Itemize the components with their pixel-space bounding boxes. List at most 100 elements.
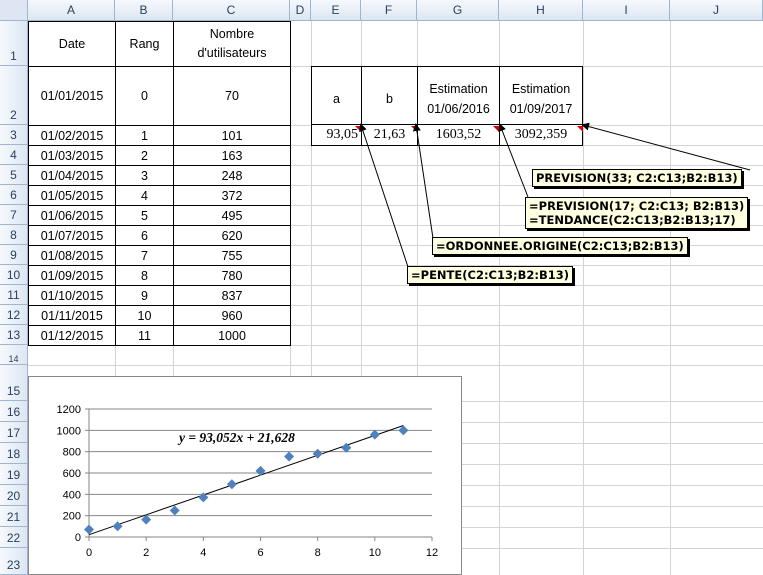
- row-header-17[interactable]: 17: [0, 422, 28, 443]
- column-header-j[interactable]: J: [670, 0, 763, 21]
- row-header-10[interactable]: 10: [0, 265, 28, 285]
- header-rang[interactable]: Rang: [116, 22, 174, 66]
- comment-pente[interactable]: =PENTE(C2:C13;B2:B13): [407, 266, 573, 284]
- header-estimation-2016[interactable]: Estimation 01/06/2016: [418, 67, 500, 125]
- comment-indicator[interactable]: [577, 126, 583, 132]
- cell-rang[interactable]: 4: [116, 185, 174, 205]
- column-header-i[interactable]: I: [583, 0, 670, 21]
- row-header-18[interactable]: 18: [0, 443, 28, 464]
- comment-prevision17-line: =PREVISION(17; C2:C13; B2:B13): [529, 199, 745, 213]
- comment-prevision[interactable]: PREVISION(33; C2:C13;B2:B13): [532, 169, 742, 187]
- cell-date[interactable]: 01/10/2015: [29, 285, 116, 305]
- cell-date[interactable]: 01/07/2015: [29, 225, 116, 245]
- x-tick-label: 12: [426, 547, 438, 559]
- cell-rang[interactable]: 8: [116, 265, 174, 285]
- data-point: [369, 429, 380, 440]
- cell-utilisateurs[interactable]: 101: [174, 125, 290, 145]
- cell-utilisateurs[interactable]: 495: [174, 205, 290, 225]
- cell-utilisateurs[interactable]: 780: [174, 265, 290, 285]
- cell-rang[interactable]: 10: [116, 305, 174, 325]
- row-header-5[interactable]: 5: [0, 165, 28, 185]
- y-tick-label: 200: [63, 511, 81, 523]
- cell-utilisateurs[interactable]: 372: [174, 185, 290, 205]
- x-tick-label: 4: [200, 547, 206, 559]
- row-header-6[interactable]: 6: [0, 185, 28, 205]
- column-header-b[interactable]: B: [115, 0, 173, 21]
- cell-date[interactable]: 01/11/2015: [29, 305, 116, 325]
- cell-date[interactable]: 01/09/2015: [29, 265, 116, 285]
- cell-utilisateurs[interactable]: 755: [174, 245, 290, 265]
- comment-prevision17-tendance[interactable]: =PREVISION(17; C2:C13; B2:B13) =TENDANCE…: [525, 197, 749, 229]
- cell-rang[interactable]: 11: [116, 325, 174, 345]
- cell-utilisateurs[interactable]: 1000: [174, 325, 290, 345]
- column-header-d[interactable]: D: [290, 0, 311, 21]
- value-b[interactable]: 21,63: [362, 125, 418, 145]
- cell-rang[interactable]: 5: [116, 205, 174, 225]
- row-header-22[interactable]: 22: [0, 527, 28, 548]
- cell-date[interactable]: 01/03/2015: [29, 145, 116, 165]
- row-header-4[interactable]: 4: [0, 145, 28, 165]
- cell-utilisateurs[interactable]: 70: [174, 66, 290, 125]
- row-header-20[interactable]: 20: [0, 485, 28, 506]
- cell-rang[interactable]: 2: [116, 145, 174, 165]
- row-header-23[interactable]: 23: [0, 548, 28, 575]
- header-estimation-2017[interactable]: Estimation 01/09/2017: [500, 67, 582, 125]
- gridline: [670, 21, 671, 575]
- row-header-3[interactable]: 3: [0, 125, 28, 145]
- cell-rang[interactable]: 6: [116, 225, 174, 245]
- cell-rang[interactable]: 3: [116, 165, 174, 185]
- x-tick-label: 0: [86, 547, 92, 559]
- cell-date[interactable]: 01/08/2015: [29, 245, 116, 265]
- cell-date[interactable]: 01/05/2015: [29, 185, 116, 205]
- comment-indicator[interactable]: [355, 126, 361, 132]
- column-header-e[interactable]: E: [311, 0, 361, 21]
- value-estimation-2016[interactable]: 1603,52: [418, 125, 500, 145]
- row-header-12[interactable]: 12: [0, 305, 28, 325]
- cell-date[interactable]: 01/06/2015: [29, 205, 116, 225]
- row-header-19[interactable]: 19: [0, 464, 28, 485]
- cell-utilisateurs[interactable]: 163: [174, 145, 290, 165]
- row-header-14[interactable]: 14: [0, 345, 28, 365]
- row-header-16[interactable]: 16: [0, 401, 28, 422]
- select-all-corner[interactable]: [0, 0, 28, 21]
- cell-utilisateurs[interactable]: 620: [174, 225, 290, 245]
- header-nombre-utilisateurs[interactable]: Nombre d'utilisateurs: [174, 22, 290, 66]
- row-header-7[interactable]: 7: [0, 205, 28, 225]
- cell-date[interactable]: 01/12/2015: [29, 325, 116, 345]
- cell-date[interactable]: 01/04/2015: [29, 165, 116, 185]
- cell-rang[interactable]: 1: [116, 125, 174, 145]
- y-tick-label: 0: [75, 532, 81, 544]
- cell-utilisateurs[interactable]: 960: [174, 305, 290, 325]
- cell-utilisateurs[interactable]: 248: [174, 165, 290, 185]
- row-header-1[interactable]: 1: [0, 21, 28, 66]
- cell-utilisateurs[interactable]: 837: [174, 285, 290, 305]
- value-estimation-2017[interactable]: 3092,359: [500, 125, 582, 145]
- column-header-f[interactable]: F: [361, 0, 417, 21]
- row-header-8[interactable]: 8: [0, 225, 28, 245]
- column-header-c[interactable]: C: [173, 0, 290, 21]
- column-header-h[interactable]: H: [499, 0, 583, 21]
- row-header-15[interactable]: 15: [0, 365, 28, 401]
- row-header-21[interactable]: 21: [0, 506, 28, 527]
- header-a[interactable]: a: [312, 67, 362, 125]
- comment-ordonnee[interactable]: =ORDONNEE.ORIGINE(C2:C13;B2:B13): [432, 237, 688, 255]
- header-b[interactable]: b: [362, 67, 418, 125]
- cell-date[interactable]: 01/01/2015: [29, 66, 116, 125]
- column-header-g[interactable]: G: [417, 0, 499, 21]
- row-header-13[interactable]: 13: [0, 325, 28, 345]
- comment-indicator[interactable]: [493, 126, 499, 132]
- cell-rang[interactable]: 9: [116, 285, 174, 305]
- cell-date[interactable]: 01/02/2015: [29, 125, 116, 145]
- y-tick-label: 1000: [57, 425, 81, 437]
- cell-rang[interactable]: 7: [116, 245, 174, 265]
- data-point: [284, 451, 295, 462]
- row-header-9[interactable]: 9: [0, 245, 28, 265]
- header-date[interactable]: Date: [29, 22, 116, 66]
- cell-rang[interactable]: 0: [116, 66, 174, 125]
- spreadsheet: A B C D E F G H I J 1 2 3 4 5 6 7 8 9 10…: [0, 0, 763, 575]
- row-header-2[interactable]: 2: [0, 66, 28, 125]
- column-header-a[interactable]: A: [28, 0, 115, 21]
- chart-area[interactable]: 0 200 400 600 800 1000 1200 0 2 4 6 8 10 12 y = 93,05…: [28, 376, 462, 575]
- row-header-11[interactable]: 11: [0, 285, 28, 305]
- comment-indicator[interactable]: [411, 126, 417, 132]
